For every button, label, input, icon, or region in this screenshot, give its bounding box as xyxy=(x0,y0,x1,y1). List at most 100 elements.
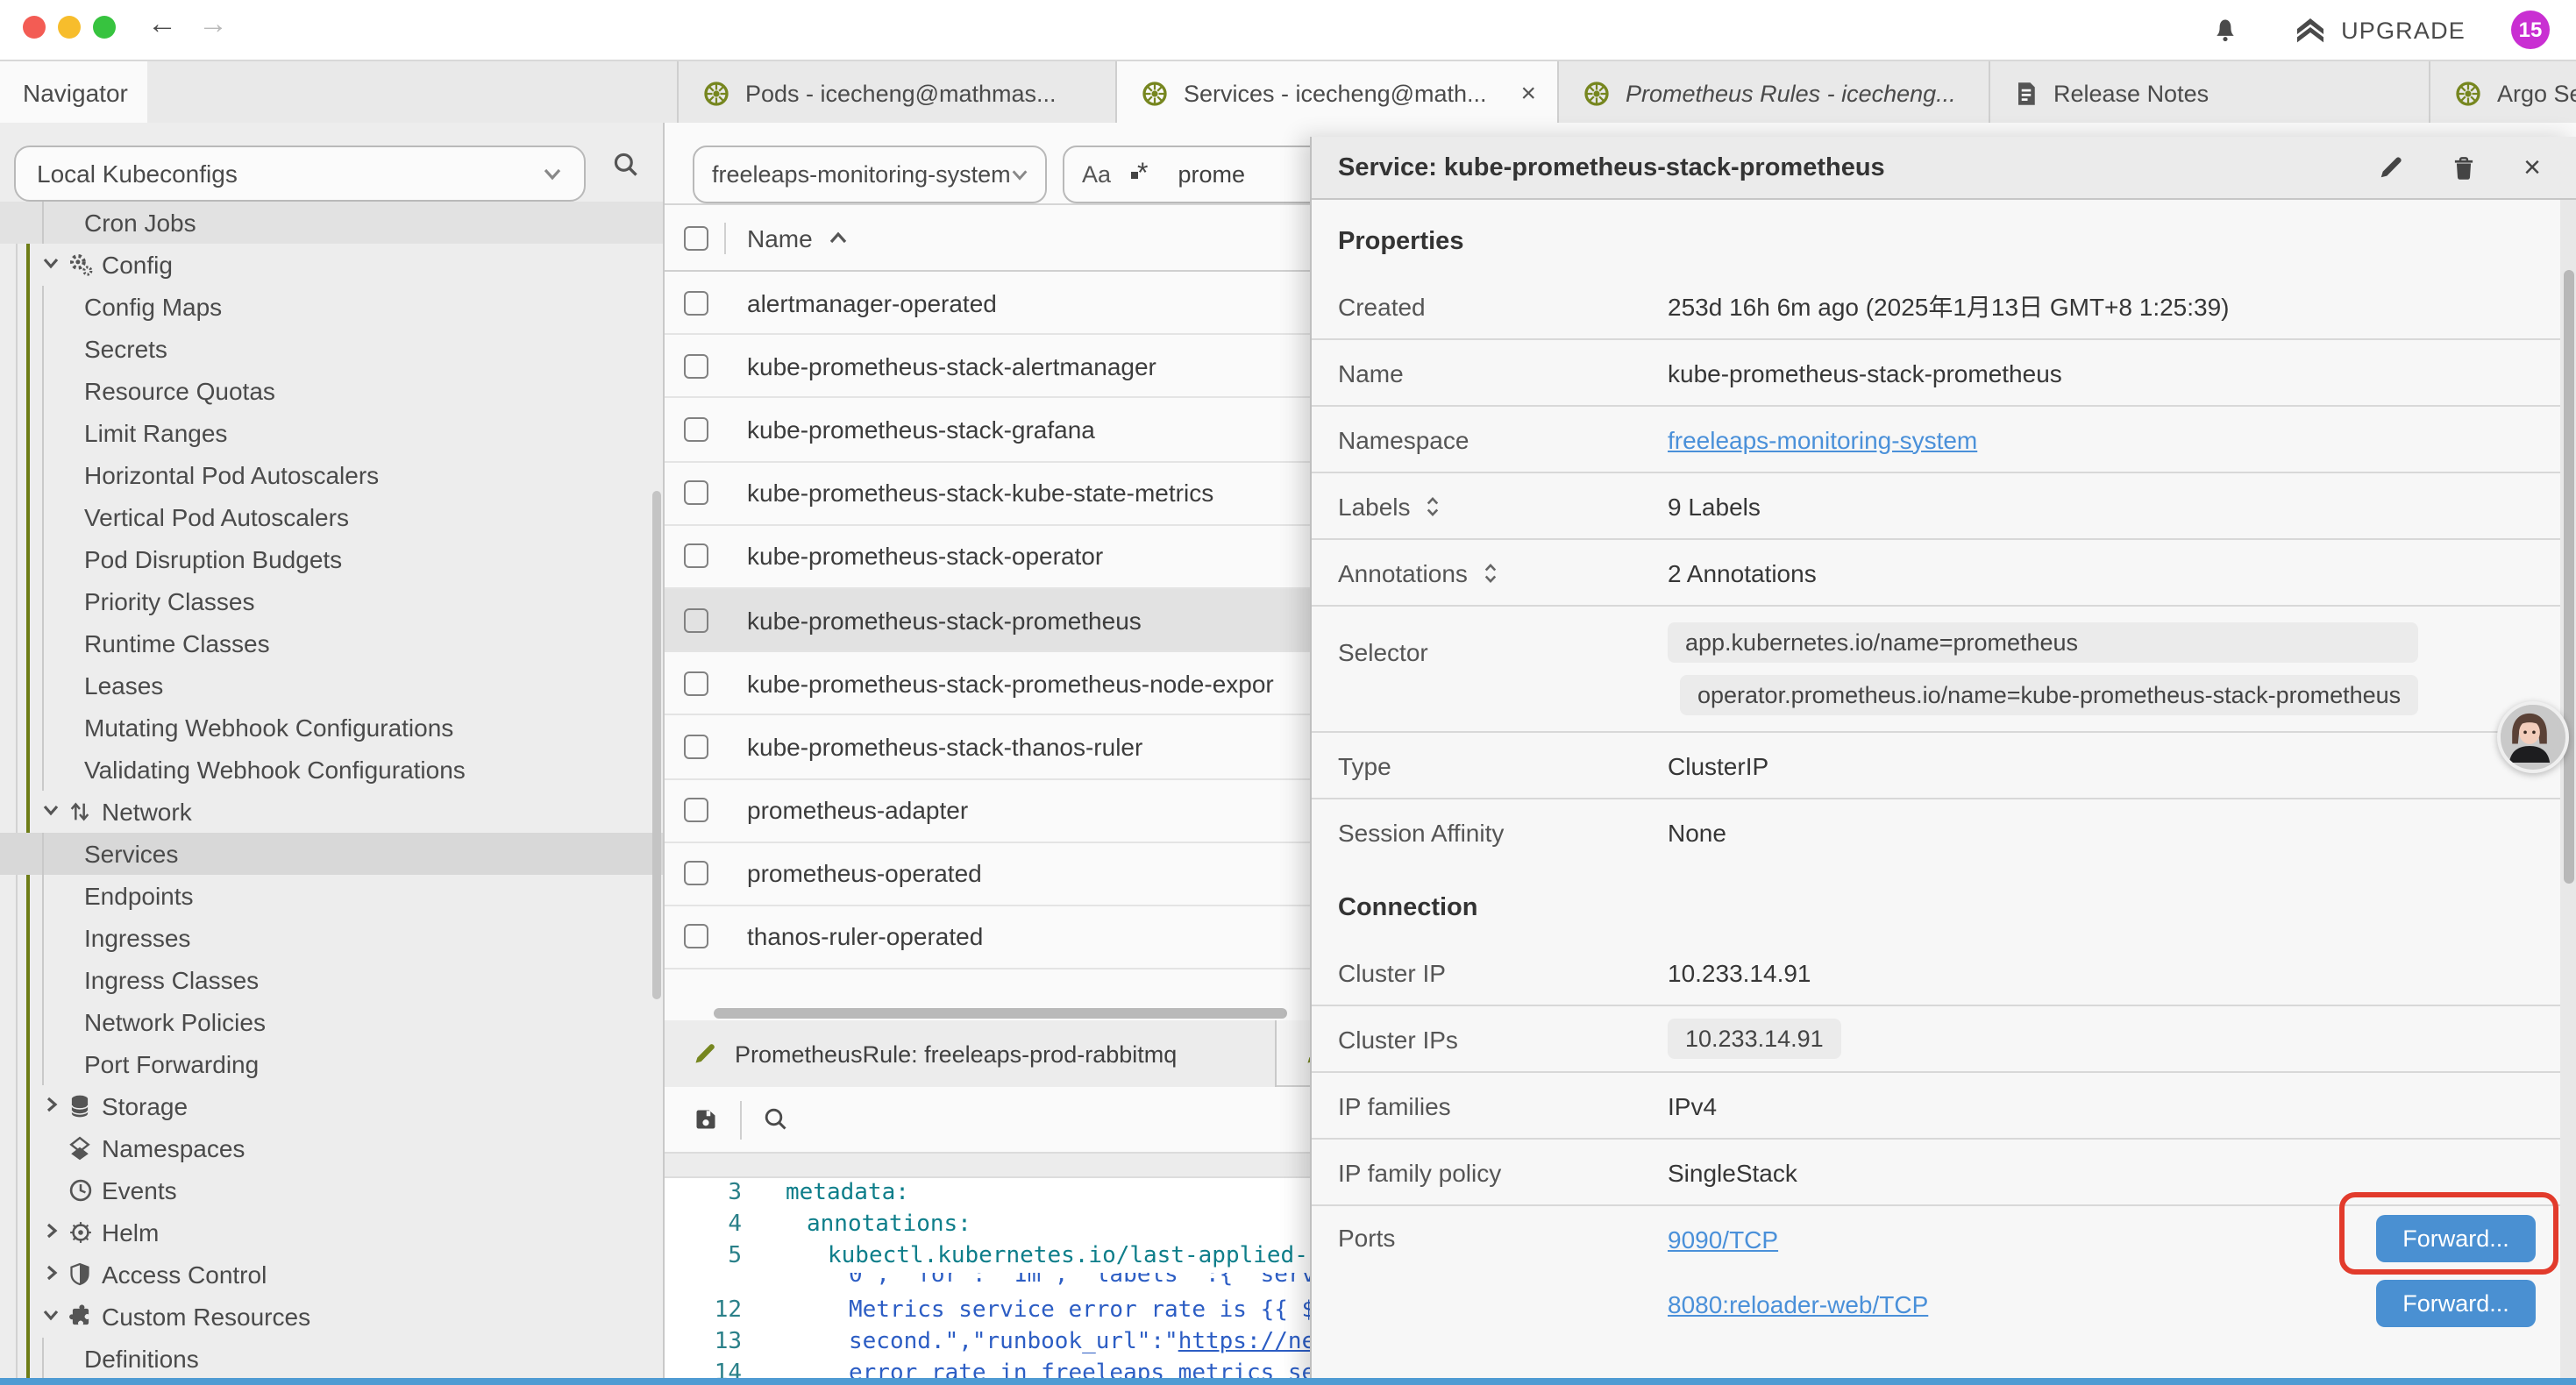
sidebar-item-ingress-classes[interactable]: Ingress Classes xyxy=(0,958,663,1000)
chevron-down-icon[interactable] xyxy=(40,799,61,820)
search-icon[interactable] xyxy=(612,151,640,179)
detail-row-ports: Ports9090/TCPForward...8080:reloader-web… xyxy=(1312,1206,2576,1350)
maximize-window-button[interactable] xyxy=(93,16,116,39)
row-checkbox[interactable] xyxy=(684,417,708,442)
sidebar-item-secrets[interactable]: Secrets xyxy=(0,327,663,369)
sort-updown-icon[interactable] xyxy=(1425,494,1442,518)
account-badge[interactable]: 15 xyxy=(2511,11,2550,49)
sidebar-item-access-control[interactable]: Access Control xyxy=(0,1253,663,1295)
chevron-down-icon[interactable] xyxy=(40,252,61,273)
namespace-select[interactable]: freeleaps-monitoring-system xyxy=(693,146,1047,203)
row-checkbox[interactable] xyxy=(684,354,708,379)
tree-guide-line xyxy=(41,495,43,537)
avatar[interactable] xyxy=(2497,701,2569,773)
match-case-toggle[interactable]: Aa xyxy=(1082,161,1111,188)
sidebar-item-custom-resources[interactable]: Custom Resources xyxy=(0,1295,663,1337)
sidebar-item-events[interactable]: Events xyxy=(0,1168,663,1211)
sidebar-item-config-maps[interactable]: Config Maps xyxy=(0,285,663,327)
sidebar-item-validating-webhook-configurations[interactable]: Validating Webhook Configurations xyxy=(0,748,663,790)
regex-toggle[interactable]: * xyxy=(1130,166,1148,183)
sidebar-item-network[interactable]: Network xyxy=(0,790,663,832)
sidebar-item-namespaces[interactable]: Namespaces xyxy=(0,1126,663,1168)
sidebar-item-resource-quotas[interactable]: Resource Quotas xyxy=(0,369,663,411)
upgrade-chevrons-icon[interactable] xyxy=(2292,12,2329,47)
sidebar-item-leases[interactable]: Leases xyxy=(0,664,663,706)
tab-label: Argo Se xyxy=(2497,80,2576,106)
sidebar-item-priority-classes[interactable]: Priority Classes xyxy=(0,579,663,621)
sidebar-item-services[interactable]: Services xyxy=(0,832,663,874)
forward-button[interactable]: Forward... xyxy=(2376,1215,2536,1262)
close-icon[interactable]: × xyxy=(1520,78,1536,108)
sidebar-item-runtime-classes[interactable]: Runtime Classes xyxy=(0,621,663,664)
sidebar-item-pod-disruption-budgets[interactable]: Pod Disruption Budgets xyxy=(0,537,663,579)
sidebar-item-horizontal-pod-autoscalers[interactable]: Horizontal Pod Autoscalers xyxy=(0,453,663,495)
tab-release-notes[interactable]: Release Notes xyxy=(1989,61,2429,124)
sidebar-item-definitions[interactable]: Definitions xyxy=(0,1337,663,1379)
chevron-down-icon xyxy=(542,163,563,184)
sidebar-item-label: Secrets xyxy=(84,334,167,362)
sidebar-item-helm[interactable]: Helm xyxy=(0,1211,663,1253)
sidebar-item-vertical-pod-autoscalers[interactable]: Vertical Pod Autoscalers xyxy=(0,495,663,537)
tab-navigator[interactable]: Navigator xyxy=(0,61,147,124)
tab-label: Services - icecheng@math... xyxy=(1184,80,1487,106)
section-heading-properties: Properties xyxy=(1312,200,2576,273)
row-checkbox[interactable] xyxy=(684,925,708,949)
sidebar-scrollbar[interactable] xyxy=(652,491,661,999)
tab-pods-icecheng-mathmas[interactable]: Pods - icecheng@mathmas... xyxy=(677,61,1115,124)
row-checkbox[interactable] xyxy=(684,607,708,632)
sort-asc-icon[interactable] xyxy=(829,230,850,245)
minimize-window-button[interactable] xyxy=(58,16,81,39)
row-checkbox[interactable] xyxy=(684,862,708,886)
delete-trash-icon[interactable] xyxy=(2451,153,2476,181)
editor-search-icon[interactable] xyxy=(763,1106,789,1133)
chevron-right-icon[interactable] xyxy=(40,1219,61,1240)
editor-tab-prometheusrule[interactable]: PrometheusRule: freeleaps-prod-rabbitmq xyxy=(665,1020,1277,1087)
chevron-right-icon[interactable] xyxy=(40,1261,61,1282)
tab-services-icecheng-math[interactable]: Services - icecheng@math... × xyxy=(1115,61,1557,124)
sidebar-item-endpoints[interactable]: Endpoints xyxy=(0,874,663,916)
row-checkbox[interactable] xyxy=(684,671,708,695)
sidebar-item-config[interactable]: Config xyxy=(0,243,663,285)
sidebar-item-cron-jobs[interactable]: Cron Jobs xyxy=(0,201,663,243)
row-checkbox[interactable] xyxy=(684,798,708,822)
row-checkbox[interactable] xyxy=(684,480,708,505)
drawer-scrollbar-track[interactable] xyxy=(2560,200,2576,1385)
detail-value: SingleStack xyxy=(1668,1158,1797,1186)
forward-button[interactable]: Forward... xyxy=(2376,1280,2536,1327)
tab-prometheus-rules-icecheng[interactable]: Prometheus Rules - icecheng... xyxy=(1557,61,1989,124)
row-checkbox[interactable] xyxy=(684,735,708,759)
edit-pencil-icon[interactable] xyxy=(2378,154,2404,181)
edit-pencil-icon xyxy=(693,1041,717,1066)
row-checkbox[interactable] xyxy=(684,290,708,315)
forward-arrow-icon[interactable]: → xyxy=(198,7,228,42)
k8s-wheel-icon xyxy=(703,80,729,106)
horizontal-scrollbar[interactable] xyxy=(714,1008,1287,1019)
sidebar-item-mutating-webhook-configurations[interactable]: Mutating Webhook Configurations xyxy=(0,706,663,748)
kubeconfig-select[interactable]: Local Kubeconfigs xyxy=(14,146,586,202)
upgrade-label[interactable]: UPGRADE xyxy=(2341,17,2466,43)
back-arrow-icon[interactable]: ← xyxy=(147,7,177,42)
namespace-link[interactable]: freeleaps-monitoring-system xyxy=(1668,425,1977,453)
port-link[interactable]: 8080:reloader-web/TCP xyxy=(1668,1289,1928,1318)
port-link[interactable]: 9090/TCP xyxy=(1668,1225,1778,1253)
chevron-down-icon[interactable] xyxy=(40,1303,61,1325)
chevron-right-icon[interactable] xyxy=(40,1093,61,1114)
notifications-bell-icon[interactable] xyxy=(2211,15,2239,45)
service-detail-drawer: Service: kube-prometheus-stack-prometheu… xyxy=(1310,137,2576,1385)
sort-updown-icon[interactable] xyxy=(1482,560,1499,585)
sidebar-item-storage[interactable]: Storage xyxy=(0,1084,663,1126)
detail-label: IP family policy xyxy=(1338,1158,1501,1186)
close-icon[interactable]: × xyxy=(2523,150,2541,185)
tab-argo-se[interactable]: Argo Se xyxy=(2429,61,2576,124)
close-window-button[interactable] xyxy=(23,16,46,39)
sidebar-item-ingresses[interactable]: Ingresses xyxy=(0,916,663,958)
sidebar-item-limit-ranges[interactable]: Limit Ranges xyxy=(0,411,663,453)
sidebar-item-network-policies[interactable]: Network Policies xyxy=(0,1000,663,1042)
row-checkbox[interactable] xyxy=(684,544,708,569)
drawer-scrollbar-thumb[interactable] xyxy=(2563,270,2573,884)
select-all-checkbox[interactable] xyxy=(684,225,708,250)
save-icon[interactable] xyxy=(693,1106,719,1133)
code-url-link[interactable]: https://net xyxy=(1178,1329,1329,1355)
sidebar-item-port-forwarding[interactable]: Port Forwarding xyxy=(0,1042,663,1084)
name-column-header[interactable]: Name xyxy=(747,224,813,252)
